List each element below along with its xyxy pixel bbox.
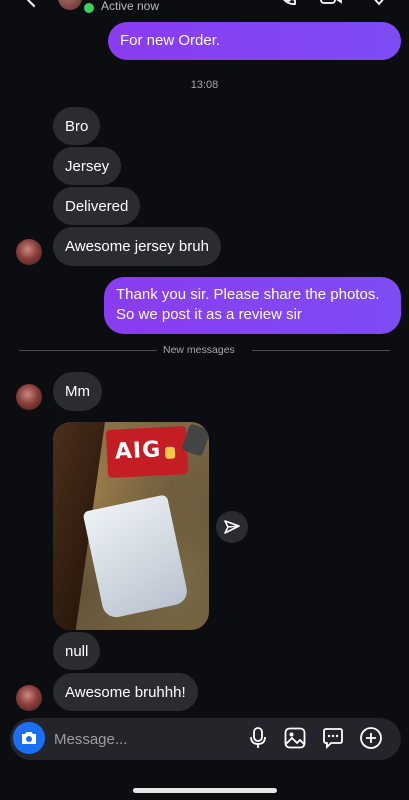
heart-icon[interactable] bbox=[370, 0, 388, 6]
add-icon bbox=[360, 727, 382, 749]
received-message[interactable]: Awesome bruhhh! bbox=[53, 673, 198, 711]
shared-photo[interactable]: AIG bbox=[53, 422, 209, 630]
message-input[interactable]: Message... bbox=[54, 731, 127, 748]
gallery-button[interactable] bbox=[283, 726, 307, 750]
photo-shorts bbox=[82, 494, 190, 620]
divider-line bbox=[19, 350, 157, 351]
received-message[interactable]: null bbox=[53, 632, 101, 670]
sticker-icon bbox=[323, 728, 343, 749]
received-message[interactable]: Bro bbox=[53, 107, 101, 145]
chat-header: Active now bbox=[0, 0, 409, 15]
contact-avatar[interactable] bbox=[16, 685, 42, 711]
photo-jersey-badge bbox=[164, 446, 176, 460]
microphone-button[interactable] bbox=[246, 726, 270, 750]
sent-message-line: Thank you sir. Please share the photos. bbox=[116, 286, 380, 303]
active-status-text: Active now bbox=[101, 0, 160, 13]
received-message[interactable]: Awesome jersey bruh bbox=[53, 227, 221, 266]
received-message[interactable]: Jersey bbox=[53, 147, 122, 185]
message-timestamp: 13:08 bbox=[190, 79, 219, 91]
online-status-dot bbox=[82, 1, 96, 15]
contact-avatar[interactable] bbox=[16, 239, 42, 265]
photo-jersey-logo: AIG bbox=[114, 437, 162, 465]
received-message[interactable]: Mm bbox=[53, 372, 102, 411]
home-indicator[interactable] bbox=[133, 788, 277, 793]
photo-jersey: AIG bbox=[105, 425, 189, 479]
sent-message[interactable]: For new Order. bbox=[108, 22, 401, 60]
sent-message-line: So we post it as a review sir bbox=[116, 306, 302, 323]
gallery-icon bbox=[284, 727, 306, 749]
new-messages-divider: New messages bbox=[163, 344, 235, 356]
contact-avatar[interactable] bbox=[58, 0, 82, 10]
contact-avatar[interactable] bbox=[16, 384, 42, 410]
sticker-button[interactable] bbox=[321, 726, 345, 750]
microphone-icon bbox=[250, 727, 266, 748]
phone-icon[interactable] bbox=[278, 0, 296, 6]
received-message[interactable]: Delivered bbox=[53, 187, 141, 225]
add-button[interactable] bbox=[359, 726, 383, 750]
video-icon[interactable] bbox=[320, 0, 342, 6]
back-icon[interactable] bbox=[22, 0, 46, 8]
share-photo-button[interactable] bbox=[216, 511, 248, 543]
sent-message[interactable]: Thank you sir. Please share the photos. … bbox=[104, 277, 401, 334]
divider-line bbox=[252, 350, 390, 351]
share-icon bbox=[224, 520, 240, 534]
camera-button[interactable] bbox=[13, 722, 45, 754]
camera-icon bbox=[22, 732, 36, 744]
